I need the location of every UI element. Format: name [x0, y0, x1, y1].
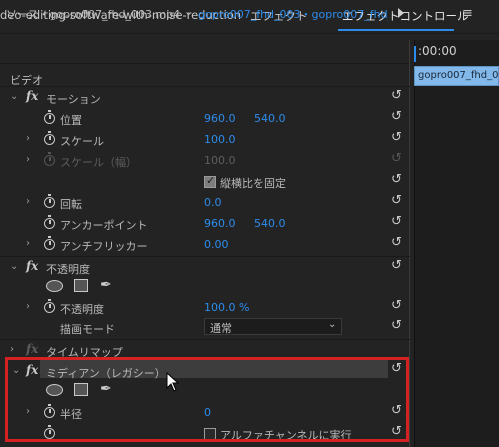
active-tab-indicator — [338, 29, 454, 31]
anchor-stopwatch-icon[interactable] — [44, 215, 55, 229]
rotation-reset-icon[interactable]: ↺ — [391, 193, 402, 208]
rotation-value[interactable]: 0.0 — [204, 196, 222, 209]
antiflicker-label: アンチフリッカー — [60, 240, 148, 253]
source-row — [0, 40, 410, 64]
rotation-label: 回転 — [60, 198, 82, 211]
blend-mode-chevron-icon: ⌄ — [328, 319, 337, 330]
opacity-reset-icon[interactable]: ↺ — [391, 258, 402, 273]
scale-width-stopwatch-icon — [44, 152, 55, 166]
position-reset-icon[interactable]: ↺ — [391, 109, 402, 124]
scale-width-expand-caret-icon: › — [26, 154, 30, 165]
position-stopwatch-icon[interactable] — [44, 110, 55, 124]
scale-width-label: スケール（幅） — [60, 156, 137, 169]
scale-value[interactable]: 100.0 — [204, 133, 236, 146]
blend-mode-value: 通常 — [210, 322, 232, 335]
anchor-y-value[interactable]: 540.0 — [254, 217, 286, 230]
rectangle-mask-icon[interactable] — [74, 279, 88, 292]
opacity-title: 不透明度 — [46, 263, 90, 276]
antiflicker-reset-icon[interactable]: ↺ — [391, 235, 402, 250]
scale-label: スケール — [60, 135, 104, 148]
antiflicker-value[interactable]: 0.00 — [204, 238, 229, 251]
opacity-value-expand-caret-icon[interactable]: › — [26, 301, 30, 312]
blend-mode-label: 描画モード — [60, 323, 115, 336]
scale-expand-caret-icon[interactable]: › — [26, 133, 30, 144]
uniform-scale-label: 縦横比を固定 — [220, 177, 286, 190]
uniform-scale-reset-icon[interactable]: ↺ — [391, 172, 402, 187]
position-label: 位置 — [60, 114, 82, 127]
anchor-x-value[interactable]: 960.0 — [204, 217, 236, 230]
scale-stopwatch-icon[interactable] — [44, 131, 55, 145]
blend-mode-reset-icon[interactable]: ↺ — [391, 318, 402, 333]
motion-collapse-caret-icon[interactable]: ⌄ — [10, 91, 18, 102]
motion-reset-icon[interactable]: ↺ — [391, 88, 402, 103]
antiflicker-expand-caret-icon[interactable]: › — [26, 238, 30, 249]
highlight-annotation-box — [5, 357, 409, 442]
antiflicker-stopwatch-icon[interactable] — [44, 236, 55, 250]
divider — [0, 256, 410, 257]
uniform-scale-checkbox[interactable] — [204, 174, 216, 188]
panel-divider — [409, 40, 410, 447]
time-remap-fx-icon: fx — [26, 342, 39, 356]
ellipse-mask-icon[interactable] — [46, 280, 63, 292]
playhead[interactable] — [414, 46, 416, 62]
scale-width-reset-icon: ↺ — [391, 151, 402, 166]
scale-width-value: 100.0 — [204, 154, 236, 167]
motion-fx-icon[interactable]: fx — [26, 89, 38, 103]
source-clip-label: ソース・gopro007_fhd_003.mp4 — [6, 8, 181, 21]
mini-timeline[interactable] — [414, 40, 499, 447]
opacity-value[interactable]: 100.0 % — [204, 301, 249, 314]
position-x-value[interactable]: 960.0 — [204, 112, 236, 125]
divider — [0, 339, 410, 340]
divider — [0, 86, 410, 87]
opacity-stopwatch-icon[interactable] — [44, 299, 55, 313]
motion-title: モーション — [46, 93, 101, 106]
opacity-label: 不透明度 — [60, 303, 104, 316]
source-dropdown-chevron-icon[interactable]: ⌄ — [184, 5, 193, 18]
anchor-reset-icon[interactable]: ↺ — [391, 214, 402, 229]
time-remap-expand-caret-icon[interactable]: › — [10, 344, 14, 355]
opacity-collapse-caret-icon[interactable]: ⌄ — [10, 261, 18, 272]
anchor-label: アンカーポイント — [60, 219, 148, 232]
rotation-expand-caret-icon[interactable]: › — [26, 196, 30, 207]
sequence-clip-label[interactable]: gopro007_fhd_003・gopro007_fhd_... — [198, 6, 388, 22]
scale-reset-icon[interactable]: ↺ — [391, 130, 402, 145]
panel-menu-icon[interactable]: ≡ — [462, 6, 473, 21]
rotation-stopwatch-icon[interactable] — [44, 194, 55, 208]
play-icon[interactable] — [398, 8, 404, 18]
opacity-fx-icon[interactable]: fx — [26, 259, 38, 273]
timeline-clip-label: gopro007_fhd_00 — [418, 70, 499, 81]
opacity-value-reset-icon[interactable]: ↺ — [391, 298, 402, 313]
position-y-value[interactable]: 540.0 — [254, 112, 286, 125]
pen-mask-icon[interactable]: ✒ — [100, 277, 112, 293]
timeline-timecode: :00:00 — [418, 44, 457, 58]
